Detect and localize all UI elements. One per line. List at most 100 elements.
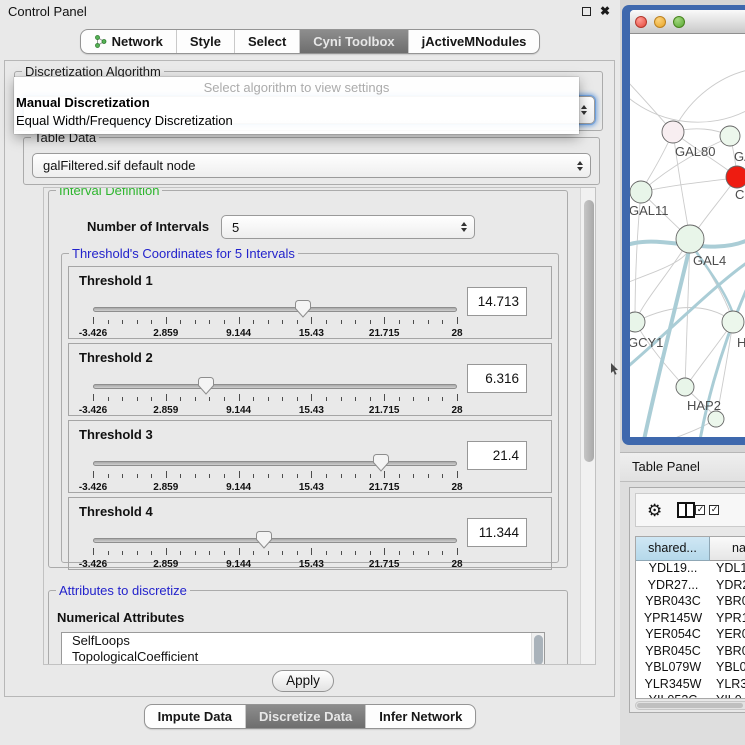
cell-shared-name[interactable]: YER054C [636, 627, 710, 644]
table-row[interactable]: YDR27...YDR2 [636, 578, 745, 595]
numerical-attributes-list[interactable]: SelfLoopsTopologicalCoefficientBetweenne… [61, 632, 545, 665]
tick-label: 28 [451, 328, 462, 339]
tab-infer-network[interactable]: Infer Network [365, 705, 475, 728]
node-table[interactable]: shared... na YDL19...YDL1YDR27...YDR2YBR… [635, 536, 745, 699]
table-row[interactable]: YBL079WYBL0 [636, 660, 745, 677]
network-node[interactable] [630, 312, 645, 332]
checkbox-icon[interactable] [709, 505, 719, 515]
slider-track[interactable] [93, 307, 457, 312]
network-node[interactable] [708, 411, 724, 427]
network-node[interactable] [662, 121, 684, 143]
table-row[interactable]: YBR043CYBR0 [636, 594, 745, 611]
split-columns-icon[interactable] [677, 502, 695, 518]
cell-name[interactable]: YLR3 [710, 677, 745, 694]
cell-shared-name[interactable]: YDR27... [636, 578, 710, 595]
network-node[interactable] [630, 181, 652, 203]
slider-thumb[interactable] [373, 454, 389, 472]
cell-shared-name[interactable]: YDL19... [636, 561, 710, 578]
cell-name[interactable]: YDL1 [710, 561, 745, 578]
threshold-value-field[interactable]: 11.344 [467, 518, 527, 547]
column-header-name[interactable]: na [710, 537, 745, 561]
network-node[interactable] [720, 126, 740, 146]
network-edge[interactable] [687, 322, 733, 385]
slider-track[interactable] [93, 538, 457, 543]
cell-name[interactable]: YBR0 [710, 644, 745, 661]
cell-name[interactable]: YDR2 [710, 578, 745, 595]
table-row[interactable]: YER054CYER0 [636, 627, 745, 644]
cell-name[interactable]: YBR0 [710, 594, 745, 611]
threshold-value-field[interactable]: 21.4 [467, 441, 527, 470]
mac-minimize-button[interactable] [654, 16, 666, 28]
table-row[interactable]: YLR345WYLR3 [636, 677, 745, 694]
mac-zoom-button[interactable] [673, 16, 685, 28]
tab-style[interactable]: Style [176, 30, 234, 53]
apply-button[interactable]: Apply [272, 670, 334, 692]
slider-thumb[interactable] [198, 377, 214, 395]
tab-discretize-data[interactable]: Discretize Data [245, 705, 365, 728]
tick-mark [108, 474, 109, 478]
mac-close-button[interactable] [635, 16, 647, 28]
column-header-shared-name[interactable]: shared... [636, 537, 710, 561]
network-window-titlebar[interactable] [630, 10, 745, 34]
tab-cyni-toolbox[interactable]: Cyni Toolbox [299, 30, 407, 53]
tick-mark [224, 551, 225, 555]
cell-shared-name[interactable]: YIL052C [636, 693, 710, 699]
node-label: GAL80 [675, 144, 715, 159]
tick-mark [253, 320, 254, 324]
table-horizontal-scrollbar[interactable] [635, 701, 745, 710]
tick-mark [137, 551, 138, 555]
cell-shared-name[interactable]: YBR045C [636, 644, 710, 661]
tick-mark [151, 397, 152, 401]
threshold-value-field[interactable]: 14.713 [467, 287, 527, 316]
cell-shared-name[interactable]: YBL079W [636, 660, 710, 677]
threshold-slider[interactable]: -3.4262.8599.14415.4321.71528 [93, 531, 457, 571]
tick-mark [166, 471, 167, 478]
settings-vertical-scrollbar[interactable] [580, 188, 596, 665]
tab-jactivemnodules[interactable]: jActiveMNodules [408, 30, 540, 53]
table-row[interactable]: YIL052CYIL0 [636, 693, 745, 699]
table-row[interactable]: YBR045CYBR0 [636, 644, 745, 661]
scrollbar-thumb[interactable] [584, 200, 594, 462]
attribute-list-item[interactable]: TopologicalCoefficient [62, 649, 544, 665]
tab-impute-data[interactable]: Impute Data [145, 705, 245, 728]
number-of-intervals-combobox[interactable]: 5 [221, 215, 475, 239]
threshold-slider[interactable]: -3.4262.8599.14415.4321.71528 [93, 300, 457, 340]
checkbox-icon[interactable] [695, 505, 705, 515]
network-edge[interactable] [673, 70, 745, 132]
algorithm-option-equal-width-frequency[interactable]: Equal Width/Frequency Discretization [14, 112, 579, 130]
algorithm-option-manual-discretization[interactable]: Manual Discretization [14, 94, 579, 112]
tick-mark [413, 397, 414, 401]
slider-track[interactable] [93, 384, 457, 389]
network-node[interactable] [726, 166, 745, 188]
table-row[interactable]: YPR145WYPR1 [636, 611, 745, 628]
threshold-slider[interactable]: -3.4262.8599.14415.4321.71528 [93, 454, 457, 494]
list-scrollbar[interactable] [531, 633, 544, 665]
attribute-list-item[interactable]: SelfLoops [62, 633, 544, 649]
threshold-slider[interactable]: -3.4262.8599.14415.4321.71528 [93, 377, 457, 417]
cell-shared-name[interactable]: YBR043C [636, 594, 710, 611]
slider-thumb[interactable] [295, 300, 311, 318]
tab-network[interactable]: Network [81, 30, 176, 53]
network-edge[interactable] [635, 308, 731, 323]
slider-track[interactable] [93, 461, 457, 466]
algorithm-placeholder-option[interactable]: Select algorithm to view settings [14, 77, 579, 94]
cell-name[interactable]: YPR1 [710, 611, 745, 628]
network-view-window[interactable]: GAL80GACGAL11GAL4GCY1HHAP2 [622, 5, 745, 445]
close-icon[interactable]: ✖ [600, 5, 610, 17]
slider-thumb[interactable] [256, 531, 272, 549]
cell-shared-name[interactable]: YPR145W [636, 611, 710, 628]
tab-select[interactable]: Select [234, 30, 299, 53]
network-node[interactable] [676, 225, 704, 253]
table-data-combobox[interactable]: galFiltered.sif default node [32, 153, 591, 178]
cell-name[interactable]: YBL0 [710, 660, 745, 677]
network-canvas[interactable]: GAL80GACGAL11GAL4GCY1HHAP2 [630, 34, 745, 437]
cell-name[interactable]: YIL0 [710, 693, 742, 699]
network-node[interactable] [676, 378, 694, 396]
network-node[interactable] [722, 311, 744, 333]
float-window-icon[interactable] [582, 7, 591, 16]
cell-shared-name[interactable]: YLR345W [636, 677, 710, 694]
threshold-value-field[interactable]: 6.316 [467, 364, 527, 393]
cell-name[interactable]: YER0 [710, 627, 745, 644]
gear-icon[interactable]: ⚙ [647, 502, 662, 519]
table-row[interactable]: YDL19...YDL1 [636, 561, 745, 578]
